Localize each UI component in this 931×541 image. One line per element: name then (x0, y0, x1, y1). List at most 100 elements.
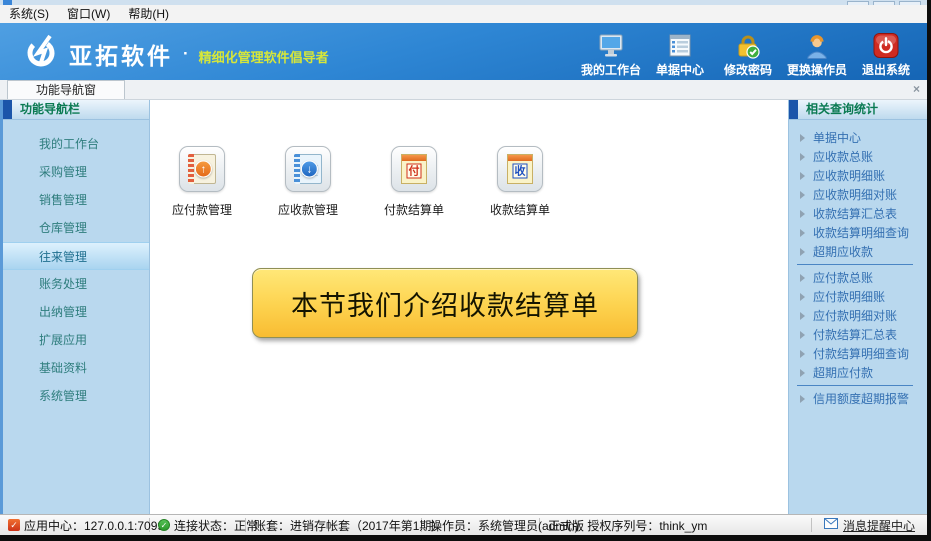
lesson-banner-text: 本节我们介绍收款结算单 (291, 284, 599, 323)
lesson-banner: 本节我们介绍收款结算单 (252, 268, 638, 338)
toolbar-label: 单据中心 (656, 61, 704, 78)
panel-accent-bar (3, 100, 12, 119)
workspace: 功能导航栏 我的工作台采购管理销售管理仓库管理往来管理账务处理出纳管理扩展应用基… (0, 100, 927, 514)
arrow-right-icon (800, 210, 805, 218)
related-link-0-5[interactable]: 收款结算明细查询 (789, 223, 927, 242)
status-text: 正式版 授权序列号：think_ym (548, 517, 707, 534)
sidebar-item-7[interactable]: 扩展应用 (3, 326, 149, 354)
app-center-badge-icon: ✓ (8, 519, 20, 531)
related-link-label: 超期应收款 (813, 243, 873, 260)
sidebar-item-9[interactable]: 系统管理 (3, 382, 149, 410)
sidebar-item-4[interactable]: 往来管理 (3, 242, 149, 270)
menu-item-2[interactable]: 帮助(H) (119, 5, 178, 23)
related-link-0-6[interactable]: 超期应收款 (789, 242, 927, 261)
brand: 亚拓软件 · 精细化管理软件倡导者 (24, 34, 329, 73)
related-query-panel: 相关查询统计 单据中心 应收款总账 应收款明细账 应收款明细对账 收款结算汇总表… (789, 100, 927, 514)
related-link-1-0[interactable]: 应付款总账 (789, 268, 927, 287)
shortcut-receivable-mgmt[interactable]: ↓ 应收款管理 (268, 146, 348, 218)
arrow-right-icon (800, 274, 805, 282)
arrow-right-icon (800, 331, 805, 339)
sidebar-item-2[interactable]: 销售管理 (3, 186, 149, 214)
panel-accent-bar (789, 100, 798, 119)
arrow-right-icon (800, 153, 805, 161)
statusbar: ✓应用中心：127.0.0.1:7099✓连接状态：正常账套：进销存帐套（201… (0, 514, 927, 535)
arrow-right-icon (800, 191, 805, 199)
shortcut-receipt-slip[interactable]: 收 收款结算单 (480, 146, 560, 218)
monitor-icon (597, 30, 625, 59)
shortcut-icon-frame: 收 (497, 146, 543, 192)
sidebar-item-5[interactable]: 账务处理 (3, 270, 149, 298)
sidebar-item-6[interactable]: 出纳管理 (3, 298, 149, 326)
toolbar-document-center[interactable]: 单据中心 (651, 30, 709, 78)
menu-item-0[interactable]: 系统(S) (0, 5, 58, 23)
related-link-1-4[interactable]: 付款结算明细查询 (789, 344, 927, 363)
navigation-list: 我的工作台采购管理销售管理仓库管理往来管理账务处理出纳管理扩展应用基础资料系统管… (3, 130, 149, 410)
header-toolbar: 我的工作台 单据中心 修改密码 更换操作员 退出系统 (581, 30, 915, 78)
related-link-label: 收款结算汇总表 (813, 205, 897, 222)
related-link-label: 收款结算明细查询 (813, 224, 909, 241)
related-link-label: 信用额度超期报警 (813, 390, 909, 407)
arrow-right-icon (800, 395, 805, 403)
toolbar-label: 退出系统 (862, 61, 910, 78)
shortcut-label: 收款结算单 (490, 201, 550, 218)
related-query-panel-title: 相关查询统计 (798, 100, 927, 119)
shortcut-icon-frame: 付 (391, 146, 437, 192)
minimize-button[interactable] (847, 1, 869, 5)
close-button[interactable] (899, 1, 921, 5)
arrow-right-icon (800, 172, 805, 180)
related-link-label: 应收款明细账 (813, 167, 885, 184)
arrow-right-icon (800, 248, 805, 256)
related-link-label: 付款结算明细查询 (813, 345, 909, 362)
slip-glyph: 收 (513, 164, 528, 179)
sidebar-item-3[interactable]: 仓库管理 (3, 214, 149, 242)
related-link-label: 超期应付款 (813, 364, 873, 381)
related-link-0-0[interactable]: 单据中心 (789, 128, 927, 147)
shortcut-payment-slip[interactable]: 付 付款结算单 (374, 146, 454, 218)
related-link-1-5[interactable]: 超期应付款 (789, 363, 927, 382)
tabbar: 功能导航窗 × (0, 80, 927, 100)
menu-item-1[interactable]: 窗口(W) (58, 5, 119, 23)
related-link-1-2[interactable]: 应付款明细对账 (789, 306, 927, 325)
toolbar-change-password[interactable]: 修改密码 (719, 30, 777, 78)
sidebar-item-1[interactable]: 采购管理 (3, 158, 149, 186)
related-link-1-3[interactable]: 付款结算汇总表 (789, 325, 927, 344)
navigation-panel: 功能导航栏 我的工作台采购管理销售管理仓库管理往来管理账务处理出纳管理扩展应用基… (3, 100, 149, 514)
app-window: 系统(S)窗口(W)帮助(H) 亚拓软件 · 精细化管理软件倡导者 我的工作台 (0, 0, 927, 535)
related-link-label: 应收款总账 (813, 148, 873, 165)
shortcut-label: 应收款管理 (278, 201, 338, 218)
toolbar-switch-operator[interactable]: 更换操作员 (787, 30, 847, 78)
related-link-label: 付款结算汇总表 (813, 326, 897, 343)
shortcut-label: 付款结算单 (384, 201, 444, 218)
toolbar-label: 更换操作员 (787, 61, 847, 78)
shortcut-payable-mgmt[interactable]: ↑ 应付款管理 (162, 146, 242, 218)
sidebar-item-0[interactable]: 我的工作台 (3, 130, 149, 158)
maximize-button[interactable] (873, 1, 895, 5)
shortcut-row: ↑ 应付款管理 ↓ 应收款管理 付 付款结算单 收 收款结算单 (162, 146, 560, 218)
related-link-1-1[interactable]: 应付款明细账 (789, 287, 927, 306)
receivable-ledger-icon: ↓ (294, 154, 322, 184)
toolbar-my-workbench[interactable]: 我的工作台 (581, 30, 641, 78)
status-segment-3: 操作员：系统管理员(admin) (422, 518, 540, 532)
related-link-0-3[interactable]: 应收款明细对账 (789, 185, 927, 204)
slip-glyph: 付 (407, 164, 422, 179)
related-link-label: 应付款明细账 (813, 288, 885, 305)
brand-dot: · (183, 44, 189, 64)
navigation-panel-header: 功能导航栏 (3, 100, 149, 120)
sidebar-item-8[interactable]: 基础资料 (3, 354, 149, 382)
related-link-label: 应付款总账 (813, 269, 873, 286)
related-link-0-4[interactable]: 收款结算汇总表 (789, 204, 927, 223)
close-tab-icon[interactable]: × (913, 83, 920, 95)
tab-function-navigator[interactable]: 功能导航窗 (7, 80, 125, 99)
arrow-right-icon (800, 350, 805, 358)
user-icon (803, 30, 831, 59)
related-link-2-0[interactable]: 信用额度超期报警 (789, 389, 927, 408)
related-link-label: 单据中心 (813, 129, 861, 146)
arrow-down-icon: ↓ (301, 161, 318, 178)
status-text: 应用中心：127.0.0.1:7099 (24, 517, 164, 534)
message-center[interactable]: 消息提醒中心 (811, 518, 927, 532)
related-link-0-2[interactable]: 应收款明细账 (789, 166, 927, 185)
status-segment-1: ✓连接状态：正常 (150, 518, 246, 532)
related-link-0-1[interactable]: 应收款总账 (789, 147, 927, 166)
envelope-icon (824, 518, 838, 532)
toolbar-exit-system[interactable]: 退出系统 (857, 30, 915, 78)
